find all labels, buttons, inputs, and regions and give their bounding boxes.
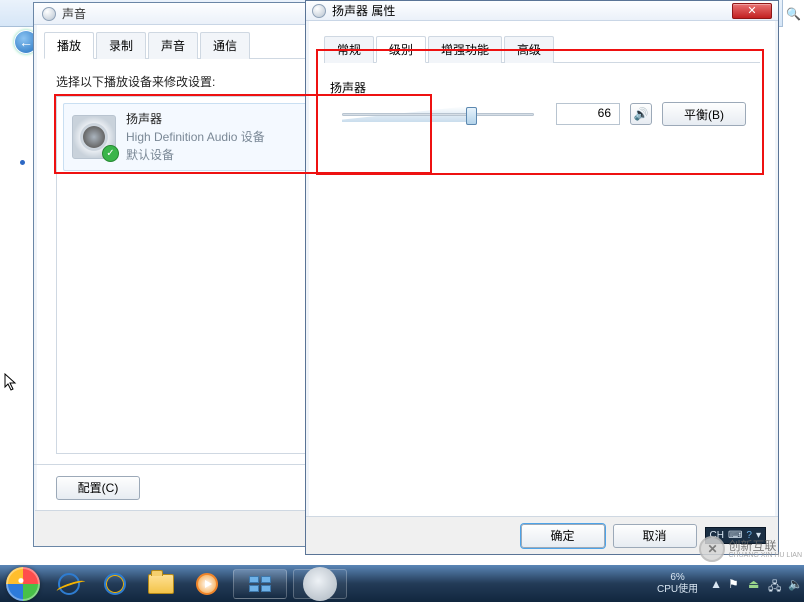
close-button[interactable]: ✕ xyxy=(732,3,772,19)
configure-button[interactable]: 配置(C) xyxy=(56,476,140,500)
device-icon-wrap: ✓ xyxy=(72,115,116,159)
cursor-icon xyxy=(4,373,18,391)
watermark-text: 创新互联 xyxy=(728,540,802,552)
device-name: 扬声器 xyxy=(126,110,265,128)
taskbar-running-sound[interactable] xyxy=(293,569,347,599)
action-center-icon[interactable]: ⚑ xyxy=(728,577,742,591)
props-window-icon xyxy=(312,4,326,18)
cpu-label: CPU使用 xyxy=(657,584,698,596)
ie-icon xyxy=(104,573,126,595)
tab-recording[interactable]: 录制 xyxy=(96,32,146,59)
taskbar-pinned-ie[interactable] xyxy=(46,565,92,602)
search-button[interactable]: 🔍 xyxy=(782,0,804,27)
search-icon: 🔍 xyxy=(786,7,801,21)
balance-button[interactable]: 平衡(B) xyxy=(662,102,746,126)
taskbar-pinned-ie64[interactable] xyxy=(92,565,138,602)
default-check-icon: ✓ xyxy=(102,145,119,162)
cpu-percent: 6% xyxy=(657,572,698,584)
device-text: 扬声器 High Definition Audio 设备 默认设备 xyxy=(126,110,265,164)
ie-icon xyxy=(58,573,80,595)
arrow-left-icon: ← xyxy=(19,34,33,50)
tab-levels[interactable]: 级别 xyxy=(376,36,426,63)
volume-icon[interactable]: 🔈 xyxy=(788,577,802,591)
watermark-sub: CHUANG XIN HU LIAN xyxy=(728,552,802,559)
tab-general[interactable]: 常规 xyxy=(324,36,374,63)
speaker-sound-icon: 🔊 xyxy=(634,107,649,121)
safely-remove-icon[interactable]: ⏏ xyxy=(748,577,762,591)
watermark: ✕ 创新互联 CHUANG XIN HU LIAN xyxy=(699,536,802,562)
speaker-icon xyxy=(303,567,337,601)
watermark-logo-icon: ✕ xyxy=(699,536,725,562)
props-ok-button[interactable]: 确定 xyxy=(521,524,605,548)
slider-track-line xyxy=(342,113,534,116)
slider-thumb[interactable] xyxy=(466,107,477,125)
bullet-icon xyxy=(20,160,25,165)
taskbar-pinned-mediaplayer[interactable] xyxy=(184,565,230,602)
levels-section: 扬声器 66 🔊 平衡(B) xyxy=(330,79,754,126)
volume-row: 66 🔊 平衡(B) xyxy=(330,102,754,126)
tab-enhancements[interactable]: 增强功能 xyxy=(428,36,502,63)
tab-advanced[interactable]: 高级 xyxy=(504,36,554,63)
cpu-meter[interactable]: 6% CPU使用 xyxy=(651,572,704,596)
tab-sounds[interactable]: 声音 xyxy=(148,32,198,59)
sound-window-icon xyxy=(42,7,56,21)
network-icon[interactable]: 🖧 xyxy=(768,577,782,591)
levels-section-label: 扬声器 xyxy=(330,79,754,96)
sound-window-title: 声音 xyxy=(62,5,86,22)
close-icon: ✕ xyxy=(747,4,756,17)
folder-icon xyxy=(148,574,174,594)
device-status: 默认设备 xyxy=(126,146,265,164)
media-player-icon xyxy=(196,573,218,595)
taskbar-pinned-explorer[interactable] xyxy=(138,565,184,602)
device-driver: High Definition Audio 设备 xyxy=(126,128,265,146)
taskbar: 6% CPU使用 ▲ ⚑ ⏏ 🖧 🔈 xyxy=(0,565,804,602)
props-body: 常规 级别 增强功能 高级 扬声器 66 🔊 平衡(B) xyxy=(306,35,778,126)
props-window-title: 扬声器 属性 xyxy=(332,2,395,19)
taskbar-tray: 6% CPU使用 ▲ ⚑ ⏏ 🖧 🔈 xyxy=(651,572,804,596)
props-tabs: 常规 级别 增强功能 高级 xyxy=(324,35,760,63)
mute-button[interactable]: 🔊 xyxy=(630,103,652,125)
tab-playback[interactable]: 播放 xyxy=(44,32,94,59)
tray-expand-button[interactable]: ▲ xyxy=(710,577,722,591)
props-titlebar[interactable]: 扬声器 属性 ✕ xyxy=(306,1,778,21)
props-cancel-button[interactable]: 取消 xyxy=(613,524,697,548)
tiles-icon xyxy=(249,576,271,592)
start-button[interactable] xyxy=(6,567,40,601)
speaker-properties-window: 扬声器 属性 ✕ 常规 级别 增强功能 高级 扬声器 66 🔊 xyxy=(305,0,779,555)
taskbar-running-controlpanel[interactable] xyxy=(233,569,287,599)
volume-slider[interactable] xyxy=(330,103,546,125)
volume-value: 66 xyxy=(556,103,620,125)
tab-communications[interactable]: 通信 xyxy=(200,32,250,59)
